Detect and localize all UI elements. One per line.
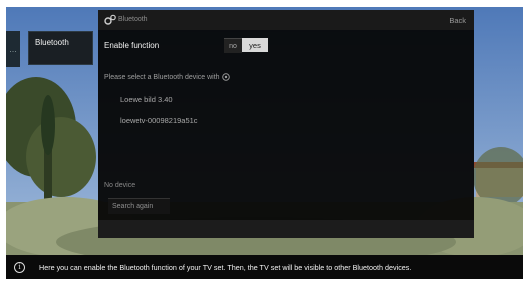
toggle-option-no[interactable]: no — [224, 38, 242, 53]
enable-function-label: Enable function — [104, 41, 160, 50]
dialog-title: Bluetooth — [118, 16, 148, 23]
info-bar: i Here you can enable the Bluetooth func… — [6, 255, 523, 279]
tv-screen: … Bluetooth Bluetooth Back Enable functi… — [6, 7, 523, 279]
previous-menu-tab[interactable]: … — [6, 31, 20, 67]
bluetooth-dialog: Bluetooth Back Enable function no yes Pl… — [98, 10, 474, 238]
ok-button-icon — [221, 73, 230, 81]
settings-gears-icon — [104, 14, 116, 25]
toggle-option-yes[interactable]: yes — [242, 38, 268, 52]
info-text: Here you can enable the Bluetooth functi… — [39, 262, 412, 272]
device-item[interactable]: loewetv-00098219a51c — [120, 116, 198, 125]
menu-item-bluetooth[interactable]: Bluetooth — [28, 31, 93, 65]
dialog-footer — [98, 220, 474, 238]
left-menu-panel: … Bluetooth — [6, 31, 93, 67]
select-prompt-text: Please select a Bluetooth device with — [104, 73, 220, 81]
info-icon: i — [14, 261, 25, 273]
select-device-prompt: Please select a Bluetooth device with — [104, 73, 230, 81]
no-device-label: No device — [104, 182, 136, 189]
search-again-button[interactable]: Search again — [108, 198, 170, 214]
device-item[interactable]: Loewe bild 3.40 — [120, 95, 173, 104]
dialog-header: Bluetooth Back — [98, 10, 474, 30]
enable-toggle[interactable]: no yes — [224, 38, 268, 53]
back-button[interactable]: Back — [449, 16, 466, 25]
